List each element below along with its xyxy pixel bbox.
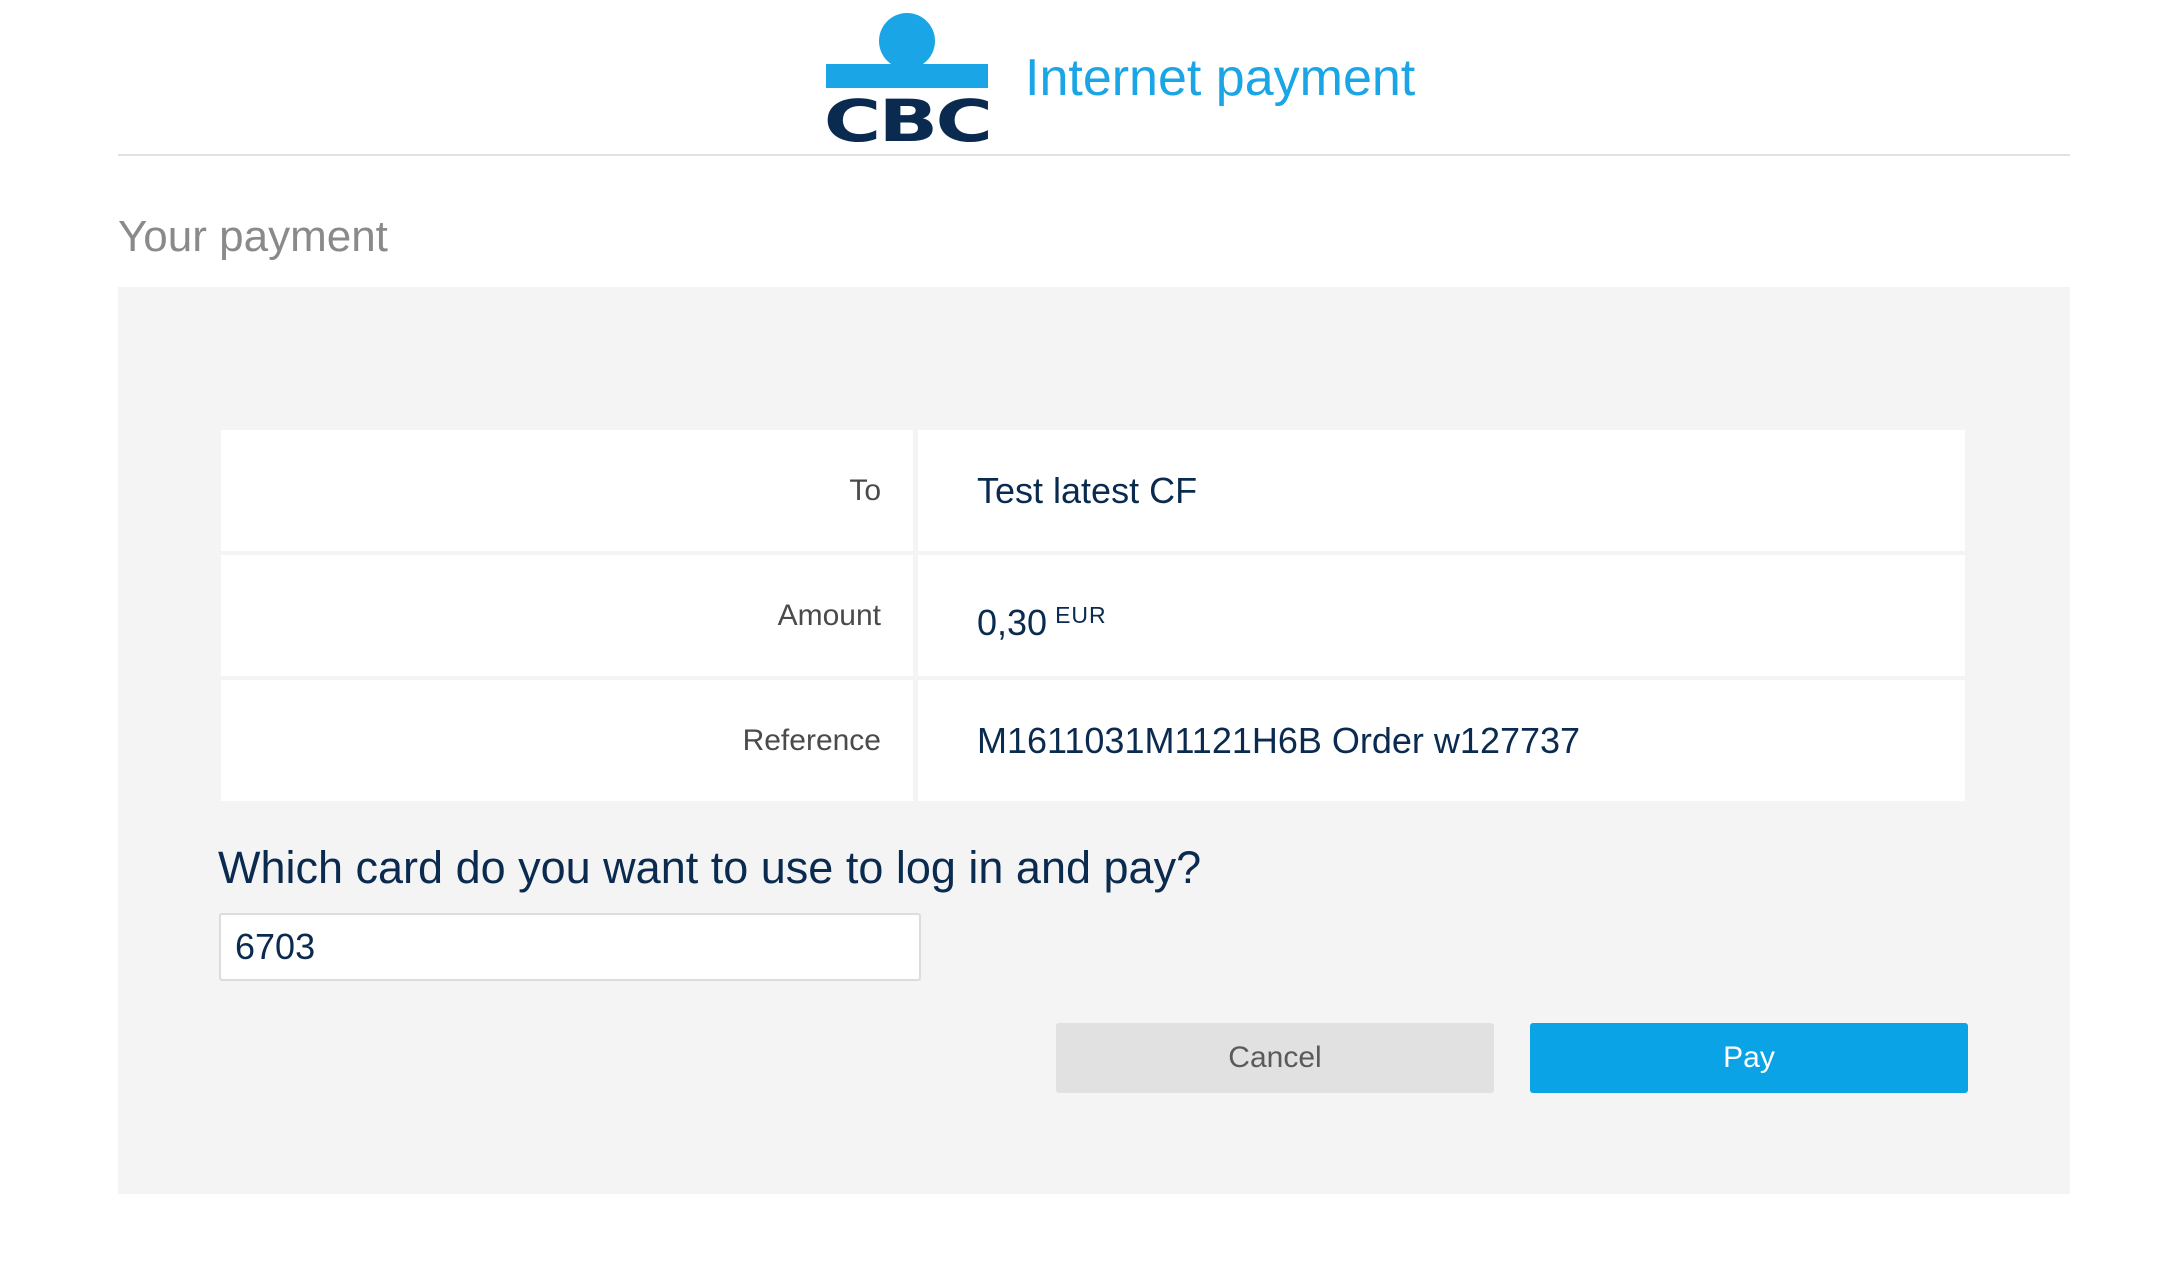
cbc-logo: CBC [824,12,993,150]
cancel-button[interactable]: Cancel [1056,1023,1494,1093]
header-divider [118,154,2070,156]
card-number-input[interactable] [219,913,921,981]
logo-text: CBC [823,87,993,155]
detail-label-reference: Reference [221,680,913,801]
detail-value-to: Test latest CF [918,430,1965,551]
detail-label-amount: Amount [221,555,913,676]
detail-row-reference: Reference M1611031M1121H6B Order w127737 [221,680,1965,801]
card-question: Which card do you want to use to log in … [218,842,1202,893]
section-title: Your payment [118,212,388,261]
payment-details-table: To Test latest CF Amount 0,30 EUR Referen… [221,430,1965,805]
amount-currency: EUR [1055,602,1107,628]
pay-button[interactable]: Pay [1530,1023,1968,1093]
page-header: CBC Internet payment [0,0,2182,156]
detail-row-to: To Test latest CF [221,430,1965,551]
logo-figure-icon [826,13,988,88]
detail-row-amount: Amount 0,30 EUR [221,555,1965,676]
payment-panel: To Test latest CF Amount 0,30 EUR Referen… [118,287,2070,1194]
detail-value-amount: 0,30 EUR [918,555,1965,676]
detail-label-to: To [221,430,913,551]
detail-value-reference: M1611031M1121H6B Order w127737 [918,680,1965,801]
page-title: Internet payment [1025,49,1416,107]
amount-value: 0,30 [977,602,1048,643]
